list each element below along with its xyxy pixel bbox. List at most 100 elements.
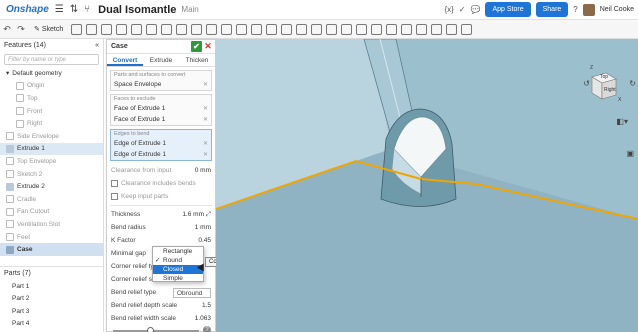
- avatar[interactable]: [582, 3, 595, 16]
- corner-relief-type-dropdown[interactable]: Rectangle ✓ Round Closed Simple: [152, 246, 204, 282]
- tab-icon[interactable]: [341, 23, 353, 35]
- bend-radius-input[interactable]: 1 mm: [195, 224, 211, 231]
- sketch-button[interactable]: ✎ Sketch: [34, 25, 63, 34]
- faces-to-exclude-field[interactable]: Faces to exclude Face of Extrude 1 ✕ Face…: [110, 94, 212, 126]
- onshape-logo[interactable]: Onshape: [6, 4, 49, 15]
- clearance-row[interactable]: Clearance from input 0 mm: [107, 164, 215, 177]
- view-cube-right-label[interactable]: Right: [604, 87, 616, 93]
- option-round[interactable]: ✓ Round: [153, 256, 203, 265]
- app-store-button[interactable]: App Store: [485, 2, 531, 17]
- feature-item-right[interactable]: Right: [0, 117, 103, 130]
- document-title[interactable]: Dual Isomantle: [98, 4, 176, 16]
- username[interactable]: Neil Cooke: [600, 6, 634, 13]
- transform-icon[interactable]: [266, 23, 278, 35]
- expand-icon[interactable]: ▾: [6, 69, 9, 77]
- rotate-left-icon[interactable]: ↺: [583, 79, 590, 88]
- undo-icon[interactable]: ↶: [0, 24, 14, 35]
- add-icon[interactable]: [461, 23, 473, 35]
- remove-icon[interactable]: ✕: [203, 105, 208, 112]
- clearance-input[interactable]: 0 mm: [195, 167, 211, 174]
- extrude-icon[interactable]: [71, 23, 83, 35]
- comments-icon[interactable]: 💬: [471, 5, 481, 14]
- draft-icon[interactable]: [176, 23, 188, 35]
- boolean-icon[interactable]: [236, 23, 248, 35]
- help-icon[interactable]: ?: [573, 5, 577, 14]
- share-button[interactable]: Share: [535, 2, 569, 17]
- view-options-icon[interactable]: ▣: [626, 149, 634, 158]
- redo-icon[interactable]: ↷: [14, 24, 28, 35]
- selection-item[interactable]: Edge of Extrude 1 ✕: [111, 149, 211, 160]
- chamfer-icon[interactable]: [161, 23, 173, 35]
- part-item[interactable]: Part 3: [0, 305, 103, 318]
- feature-item-fan-cutout[interactable]: Fan Cutout: [0, 206, 103, 219]
- bend-width-input[interactable]: 1.063: [195, 315, 211, 322]
- branch-label[interactable]: Main: [181, 5, 198, 14]
- option-simple[interactable]: Simple: [153, 274, 203, 283]
- close-icon[interactable]: ✕: [203, 41, 213, 52]
- collapse-icon[interactable]: «: [95, 42, 99, 49]
- slider-handle[interactable]: [147, 327, 154, 332]
- tab-extrude[interactable]: Extrude: [143, 54, 179, 66]
- tab-convert[interactable]: Convert: [107, 54, 143, 66]
- feature-item-top[interactable]: Top: [0, 92, 103, 105]
- feature-item-extrude-2[interactable]: Extrude 2: [0, 180, 103, 193]
- menu-icon[interactable]: ☰: [55, 4, 64, 15]
- feature-item-front[interactable]: Front: [0, 105, 103, 118]
- notifications-icon[interactable]: ✓: [459, 5, 466, 14]
- tab-thicken[interactable]: Thicken: [179, 54, 215, 66]
- part-item[interactable]: Part 2: [0, 293, 103, 306]
- thickness-row[interactable]: Thickness 1.6 mm ⤢: [107, 208, 215, 221]
- thickness-input[interactable]: 1.6 mm: [182, 211, 204, 218]
- option-rectangle[interactable]: Rectangle: [153, 247, 203, 256]
- bend-radius-row[interactable]: Bend radius 1 mm: [107, 221, 215, 234]
- feature-item-default-geometry[interactable]: ▾ Default geometry: [0, 67, 103, 80]
- bend-relief-type-row[interactable]: Bend relief type Obround: [107, 286, 215, 299]
- shell-icon[interactable]: [191, 23, 203, 35]
- bend-depth-row[interactable]: Bend relief depth scale 1.5: [107, 299, 215, 312]
- keep-parts-row[interactable]: Keep input parts: [107, 190, 215, 203]
- help-icon[interactable]: ?: [203, 326, 211, 332]
- sheet-metal-icon[interactable]: [311, 23, 323, 35]
- model-render[interactable]: [216, 39, 638, 332]
- flip-icon[interactable]: ⤢: [206, 211, 211, 218]
- clearance-bends-row[interactable]: Clearance includes bends: [107, 177, 215, 190]
- split-icon[interactable]: [251, 23, 263, 35]
- option-closed[interactable]: Closed: [153, 265, 203, 274]
- feature-item-sketch-2[interactable]: Sketch 2: [0, 168, 103, 181]
- accept-button[interactable]: ✔: [191, 41, 202, 52]
- part-item[interactable]: Part 1: [0, 280, 103, 293]
- edges-to-bend-field[interactable]: Edges to bend Edge of Extrude 1 ✕ Edge of…: [110, 129, 212, 161]
- form-icon[interactable]: [371, 23, 383, 35]
- selection-item[interactable]: Space Envelope ✕: [111, 79, 211, 90]
- selection-item[interactable]: Face of Extrude 1 ✕: [111, 114, 211, 125]
- sweep-icon[interactable]: [101, 23, 113, 35]
- feature-item-origin[interactable]: Origin: [0, 80, 103, 93]
- feature-item-feet[interactable]: Feet: [0, 231, 103, 244]
- remove-icon[interactable]: ✕: [203, 116, 208, 123]
- remove-icon[interactable]: ✕: [203, 151, 208, 158]
- bend-width-row[interactable]: Bend relief width scale 1.063: [107, 312, 215, 325]
- part-item[interactable]: Part 4: [0, 318, 103, 331]
- thicken-icon[interactable]: [131, 23, 143, 35]
- appearance-icon[interactable]: ◧▾: [616, 117, 628, 126]
- feature-item-cradle[interactable]: Cradle: [0, 193, 103, 206]
- loft-icon[interactable]: [116, 23, 128, 35]
- fillet-icon[interactable]: [146, 23, 158, 35]
- bend-relief-type-select[interactable]: Obround: [173, 287, 211, 298]
- section-icon[interactable]: [401, 23, 413, 35]
- pattern-icon[interactable]: [221, 23, 233, 35]
- bend-depth-input[interactable]: 1.5: [202, 302, 211, 309]
- feature-item-top-envelope[interactable]: Top Envelope: [0, 155, 103, 168]
- rotate-right-icon[interactable]: ↻: [629, 79, 636, 88]
- selection-item[interactable]: Edge of Extrude 1 ✕: [111, 138, 211, 149]
- k-factor-input[interactable]: 0.45: [198, 237, 211, 244]
- helix-icon[interactable]: [296, 23, 308, 35]
- 3d-viewport[interactable]: Top Right Z X ▣ ◧▾ ↺ ↻: [216, 39, 638, 332]
- plane-icon[interactable]: [281, 23, 293, 35]
- view-cube-top-label[interactable]: Top: [600, 74, 608, 80]
- revolve-icon[interactable]: [86, 23, 98, 35]
- feature-item-extrude-1[interactable]: Extrude 1: [0, 142, 103, 156]
- remove-icon[interactable]: ✕: [203, 81, 208, 88]
- selection-item[interactable]: Face of Extrude 1 ✕: [111, 103, 211, 114]
- bend-width-slider[interactable]: ?: [111, 325, 211, 332]
